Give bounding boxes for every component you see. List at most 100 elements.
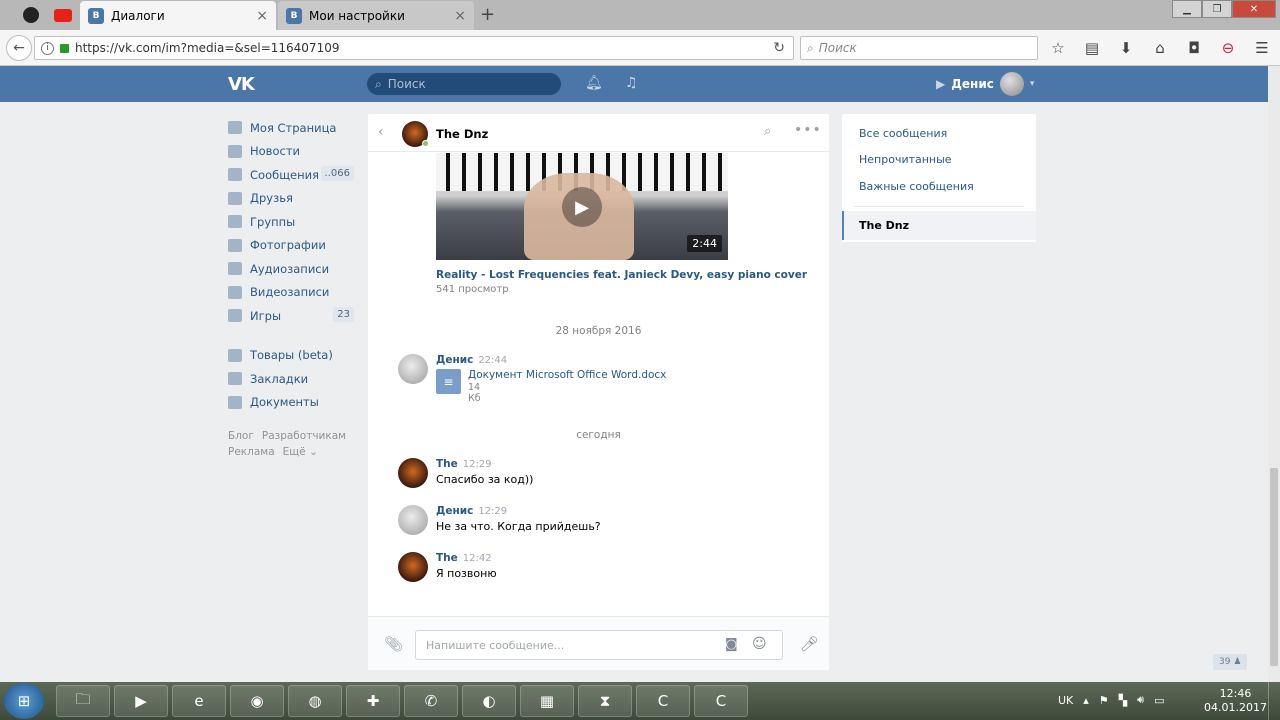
footer-link-developers[interactable]: Разработчикам (262, 430, 346, 442)
pinned-tab-avatar-icon[interactable] (16, 2, 46, 28)
viber-taskbar-icon[interactable]: ✆ (404, 685, 458, 717)
search-icon[interactable]: ⌕ (764, 124, 771, 139)
avatar[interactable] (398, 354, 428, 384)
vk-logo[interactable]: VK (228, 74, 255, 95)
message-author[interactable]: Денис 12:29 (436, 505, 507, 517)
info-icon[interactable]: i (41, 41, 54, 55)
notification-icon[interactable]: ▭ (1154, 694, 1164, 707)
filter-important[interactable]: Важные сообщения (859, 180, 974, 193)
sidebar-item-games[interactable]: Игры 23 (228, 304, 358, 328)
play-icon[interactable]: ▶ (562, 187, 602, 227)
video-title[interactable]: Reality - Lost Frequencies feat. Janieck… (436, 269, 807, 281)
avatar (999, 72, 1024, 96)
reading-list-icon[interactable]: ▤ (1082, 38, 1102, 58)
document-icon (228, 395, 242, 409)
avatar[interactable] (398, 505, 428, 535)
url-bar[interactable]: i https://vk.com/im?media=&sel=116407109… (34, 36, 794, 60)
camera-icon[interactable]: ◙ (725, 637, 738, 652)
ie-taskbar-icon[interactable]: e (172, 685, 226, 717)
footer-link-blog[interactable]: Блог (228, 430, 254, 442)
chrome-taskbar-icon[interactable]: ◉ (230, 685, 284, 717)
message-author[interactable]: The 12:29 (436, 458, 492, 470)
visual-studio-taskbar-icon[interactable]: ⧗ (578, 685, 632, 717)
firefox-taskbar-icon[interactable]: ◍ (288, 685, 342, 717)
sidebar-item-documents[interactable]: Документы (228, 391, 358, 415)
document-name[interactable]: Документ Microsoft Office Word.docx (468, 369, 666, 381)
sidebar-item-messages[interactable]: Сообщения ..066 (228, 163, 358, 187)
notifications-bell-icon[interactable]: 🔔︎ (585, 75, 603, 91)
more-options-icon[interactable]: ••• (794, 122, 822, 138)
sidebar-item-video[interactable]: Видеозаписи (228, 281, 358, 305)
online-friends-counter[interactable]: 39 ♟ (1213, 654, 1248, 670)
message-author[interactable]: The 12:42 (436, 552, 492, 564)
browser-search-placeholder: Поиск (818, 41, 857, 55)
menu-icon[interactable]: ☰ (1252, 38, 1272, 58)
url-text[interactable]: https://vk.com/im?media=&sel=116407109 (75, 41, 339, 55)
network-icon[interactable]: ▚ (1119, 694, 1127, 707)
sidebar-item-photos[interactable]: Фотографии (228, 234, 358, 258)
media-player-taskbar-icon[interactable]: ▶ (114, 685, 168, 717)
sidebar-item-market[interactable]: Товары (beta) (228, 344, 358, 368)
sidebar-item-groups[interactable]: Группы (228, 210, 358, 234)
tray-expand-icon[interactable]: ▴ (1083, 694, 1089, 707)
reload-icon[interactable]: ↻ (773, 40, 785, 56)
download-icon[interactable]: ⬇ (1116, 38, 1136, 58)
selected-dialog-item[interactable]: The Dnz (842, 211, 1036, 240)
scrollbar-thumb[interactable] (1270, 468, 1278, 666)
close-window-button[interactable]: ✕ (1232, 0, 1276, 18)
puzzle-taskbar-icon[interactable]: ✚ (346, 685, 400, 717)
pocket-icon[interactable]: ◘ (1184, 38, 1204, 58)
tab-settings[interactable]: В Мои настройки × (278, 1, 474, 30)
bookmark-star-icon[interactable]: ☆ (1048, 38, 1068, 58)
start-button[interactable]: ⊞ (4, 683, 44, 719)
tray-app-icon[interactable]: ⚑ (1099, 694, 1109, 707)
footer-link-ads[interactable]: Реклама (228, 446, 275, 458)
home-icon[interactable]: ⌂ (1150, 38, 1170, 58)
message-author[interactable]: Денис 22:44 (436, 354, 507, 366)
chevron-left-icon[interactable]: ‹ (378, 124, 384, 140)
back-button[interactable]: ← (6, 35, 32, 61)
music-note-icon[interactable]: ♫ (625, 75, 638, 91)
pinned-tab-youtube-icon[interactable] (48, 2, 78, 28)
document-icon[interactable]: ≡ (436, 369, 461, 394)
filter-all-messages[interactable]: Все сообщения (859, 127, 947, 140)
message-text: Спасибо за код)) (436, 473, 534, 486)
play-icon[interactable]: ▶ (936, 77, 945, 91)
film-taskbar-icon[interactable]: ▦ (520, 685, 574, 717)
microphone-icon[interactable]: 🎤︎ (800, 635, 819, 653)
new-tab-button[interactable]: + (480, 4, 495, 25)
avatar[interactable] (398, 552, 428, 582)
video-attachment[interactable]: ▶ 2:44 (436, 153, 728, 260)
author-name: Денис (436, 505, 474, 517)
app-taskbar-icon[interactable]: ◐ (462, 685, 516, 717)
close-tab-icon[interactable]: × (454, 8, 466, 24)
volume-icon[interactable]: 🔊︎ (1137, 693, 1144, 707)
clock[interactable]: 12:46 04.01.2017 (1204, 687, 1267, 715)
maximize-button[interactable]: ❐ (1202, 0, 1232, 18)
filter-unread[interactable]: Непрочитанные (859, 153, 952, 166)
tab-dialogs[interactable]: В Диалоги × (80, 1, 276, 30)
language-indicator[interactable]: UK (1058, 694, 1073, 707)
peer-name[interactable]: The Dnz (436, 127, 488, 141)
explorer-taskbar-icon[interactable]: 🗀 (56, 685, 110, 717)
camtasia-recorder-taskbar-icon[interactable]: C (694, 685, 748, 717)
emoji-icon[interactable]: ☺ (752, 636, 767, 652)
vk-search-input[interactable]: ⌕ Поиск (367, 73, 561, 95)
show-desktop-button[interactable] (1268, 682, 1280, 720)
minimize-button[interactable]: ▁ (1172, 0, 1202, 18)
sidebar-item-news[interactable]: Новости (228, 140, 358, 164)
camtasia-taskbar-icon[interactable]: C (636, 685, 690, 717)
sidebar-item-bookmarks[interactable]: Закладки (228, 367, 358, 391)
paperclip-icon[interactable]: 📎︎ (384, 635, 403, 653)
page-scrollbar[interactable] (1268, 66, 1280, 682)
sidebar-item-my-page[interactable]: Моя Страница (228, 116, 358, 140)
footer-link-more[interactable]: Ещё ⌄ (283, 446, 318, 458)
sidebar-item-audio[interactable]: Аудиозаписи (228, 257, 358, 281)
sidebar-item-friends[interactable]: Друзья (228, 187, 358, 211)
addon-icon[interactable]: ⊖ (1218, 38, 1238, 58)
chat-panel: ‹ The Dnz ⌕ ••• ▶ 2:44 Reality - Lost Fr… (368, 114, 829, 670)
close-tab-icon[interactable]: × (256, 8, 268, 24)
user-menu[interactable]: ▶ Денис ▾ (936, 72, 1034, 96)
avatar[interactable] (398, 458, 428, 488)
browser-search-input[interactable]: ⌕ Поиск (800, 36, 1038, 60)
